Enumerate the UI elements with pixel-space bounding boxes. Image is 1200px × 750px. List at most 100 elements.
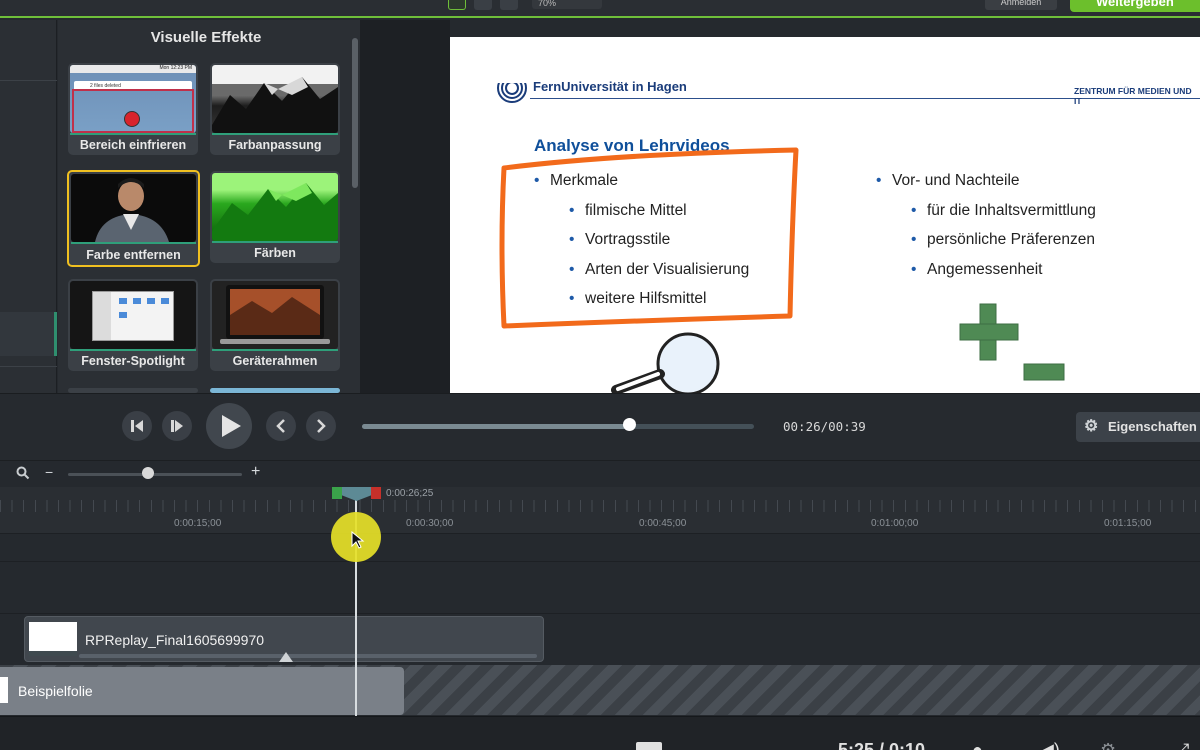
clip-audio-bar <box>79 654 537 658</box>
bullet-text: persönliche Präferenzen <box>927 231 1096 248</box>
effect-tile-freeze-region[interactable]: Mon 12:23 PM 2 files deleted Bereich ein… <box>68 63 198 155</box>
slide-bullet: • Angemessenheit <box>911 261 1043 278</box>
bullet-text: für die Inhaltsvermittlung <box>927 202 1096 219</box>
effect-tile-label: Färben <box>254 246 296 260</box>
laptop-icon <box>220 285 330 344</box>
screen-icon[interactable] <box>636 742 662 750</box>
bottom-status-bar <box>0 716 1200 750</box>
bullet-text: Vor- und Nachteile <box>892 172 1020 189</box>
tool-sidebar <box>0 20 57 393</box>
timeline-track[interactable] <box>0 533 1200 561</box>
step-back-icon <box>131 420 143 432</box>
bottom-time: 5:25 / 0:10 <box>838 740 926 750</box>
playhead-in-marker[interactable] <box>332 487 342 499</box>
timeline-zoom-knob[interactable] <box>142 467 155 479</box>
slide-department: ZENTRUM FÜR MEDIEN UND IT <box>1074 86 1192 106</box>
properties-button[interactable]: ⚙ Eigenschaften <box>1076 412 1200 442</box>
crop-tool-button[interactable] <box>500 0 518 10</box>
signin-button[interactable]: Anmelden <box>985 0 1057 10</box>
play-icon <box>222 415 241 437</box>
playhead-time: 0:00:26;25 <box>386 488 434 499</box>
effect-tile-label: Bereich einfrieren <box>79 138 187 152</box>
step-forward-button[interactable] <box>162 411 192 441</box>
clip-thumbnail <box>0 677 8 703</box>
remove-color-thumbnail <box>71 174 196 242</box>
sidebar-divider <box>0 80 57 81</box>
canvas-tools <box>448 0 518 10</box>
playback-progress-track[interactable] <box>362 424 754 429</box>
colorize-thumbnail <box>212 173 338 241</box>
timeline-zoom-slider[interactable] <box>68 473 242 476</box>
media-clip[interactable]: RPReplay_Final1605699970 <box>24 616 544 662</box>
gear-icon: ⚙ <box>1084 418 1099 435</box>
effect-tile-colorize[interactable]: Färben <box>210 171 340 263</box>
clip-name: RPReplay_Final1605699970 <box>85 632 265 648</box>
ruler-label: 0:00:45;00 <box>639 518 687 529</box>
slide-bullet: • Vor- und Nachteile <box>876 172 1020 189</box>
zoom-out-button[interactable]: − <box>45 464 53 480</box>
effect-tile-color-adjust[interactable]: Farbanpassung <box>210 63 340 155</box>
playback-scrubber-knob[interactable] <box>622 418 636 431</box>
slide-bullet: • für die Inhaltsvermittlung <box>911 202 1096 219</box>
effect-tile-label: Farbe entfernen <box>86 248 181 262</box>
ruler-label: 0:01:15;00 <box>1104 518 1152 529</box>
effect-tile-label: Geräterahmen <box>232 354 318 368</box>
playhead-out-marker[interactable] <box>371 487 381 499</box>
play-button[interactable] <box>206 403 252 449</box>
annotation-rectangle[interactable] <box>496 144 806 334</box>
ruler-label: 0:00:30;00 <box>406 518 454 529</box>
playback-timecode: 00:26/00:39 <box>783 419 866 434</box>
effect-tile-remove-color[interactable]: Farbe entfernen <box>67 170 200 267</box>
bullet-text: Angemessenheit <box>927 261 1043 278</box>
playback-progress-fill <box>362 424 629 429</box>
timeline-track[interactable] <box>0 561 1200 613</box>
pan-tool-button[interactable] <box>474 0 492 10</box>
share-button[interactable]: Weitergeben <box>1070 0 1200 12</box>
editor-window: { "toolbar": { "zoom_value": "70%", "sig… <box>0 0 1200 750</box>
plus-minus-icon <box>959 303 1065 381</box>
ruler-label: 0:01:00;00 <box>871 518 919 529</box>
sidebar-divider <box>0 366 57 367</box>
clip-name: Beispielfolie <box>18 683 93 699</box>
effect-tile-label: Fenster-Spotlight <box>81 354 185 368</box>
info-icon[interactable]: ● <box>972 740 983 750</box>
ruler-ticks <box>0 500 1200 512</box>
step-forward-icon <box>171 420 183 432</box>
chevron-left-icon <box>276 419 285 433</box>
arrow-tool-button[interactable] <box>448 0 466 10</box>
zoom-in-button[interactable]: + <box>251 463 260 481</box>
thumb-clock-text: Mon 12:23 PM <box>159 65 192 71</box>
mountain-icon <box>212 77 338 133</box>
color-adjust-thumbnail <box>212 65 338 133</box>
properties-label: Eigenschaften <box>1108 419 1197 434</box>
chevron-right-icon <box>317 419 326 433</box>
next-button[interactable] <box>306 411 336 441</box>
clip-thumbnail <box>29 622 77 656</box>
previous-button[interactable] <box>266 411 296 441</box>
fullscreen-icon[interactable]: ⤢ <box>1175 740 1189 750</box>
ruler-label: 0:00:15;00 <box>174 518 222 529</box>
effect-tile-device-frame[interactable]: Geräterahmen <box>210 279 340 371</box>
search-icon[interactable] <box>16 466 30 480</box>
slide-logo-text: FernUniversität in Hagen <box>533 79 687 94</box>
window-spotlight-thumbnail <box>70 281 196 349</box>
canvas-background <box>360 20 450 393</box>
settings-icon[interactable]: ⚙ <box>1100 740 1116 750</box>
device-frame-thumbnail <box>212 281 338 349</box>
step-back-button[interactable] <box>122 411 152 441</box>
sidebar-item-visual-effects[interactable] <box>0 312 57 356</box>
slide-bullet: • persönliche Präferenzen <box>911 231 1096 248</box>
magnifier-icon <box>611 332 720 393</box>
media-clip[interactable]: Beispielfolie <box>0 667 404 715</box>
volume-icon[interactable]: ◀) <box>1040 740 1060 750</box>
freeze-region-thumbnail: Mon 12:23 PM 2 files deleted <box>70 65 196 133</box>
effects-scrollbar[interactable] <box>352 38 358 188</box>
effect-tile-window-spotlight[interactable]: Fenster-Spotlight <box>68 279 198 371</box>
presenter-icon <box>95 178 169 242</box>
mouse-pointer-icon <box>351 531 365 549</box>
mountain-icon <box>212 183 338 241</box>
cursor-highlight <box>331 512 381 562</box>
effects-panel-title: Visuelle Effekte <box>150 29 262 46</box>
zoom-select[interactable]: 70% <box>532 0 602 9</box>
effect-tile-label: Farbanpassung <box>228 138 322 152</box>
